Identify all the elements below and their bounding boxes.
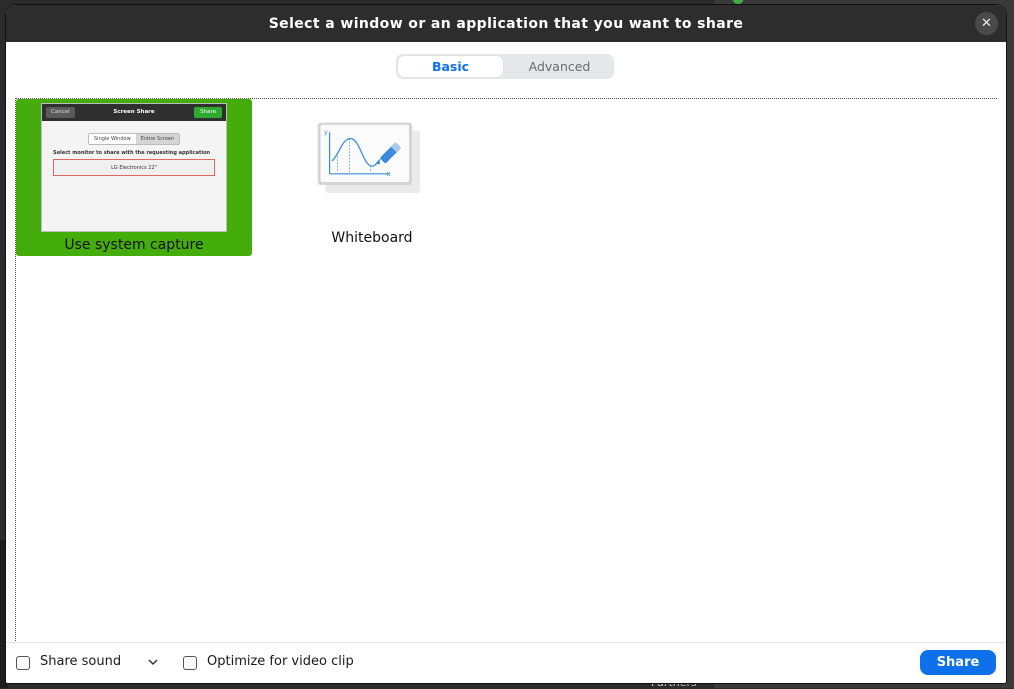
system-capture-preview: Cancel Screen Share Share Single Window … [41,103,227,232]
preview-tab-single-window: Single Window [89,134,136,144]
tab-basic[interactable]: Basic [398,56,503,77]
share-sound-checkbox[interactable] [16,656,30,670]
share-sound-label: Share sound [40,654,122,669]
preview-toolbar: Cancel Screen Share Share [42,104,226,121]
preview-monitor-field: LG Electronics 22" [53,159,215,176]
preview-description: Select monitor to share with the request… [53,150,211,156]
dialog-title: Select a window or an application that y… [268,15,744,32]
optimize-video-checkbox[interactable] [183,656,197,670]
whiteboard-icon: y x [317,122,420,193]
whiteboard-axis-y-label: y [324,128,328,136]
close-icon: ✕ [981,16,992,31]
tile-whiteboard-label: Whiteboard [331,230,413,246]
optimize-video-label: Optimize for video clip [207,654,354,669]
tile-system-capture-label: Use system capture [64,237,204,253]
dialog-footer: Share sound Optimize for video clip Shar… [6,642,1006,683]
dialog-titlebar: Select a window or an application that y… [6,5,1006,42]
close-button[interactable]: ✕ [975,12,998,35]
preview-tab-entire-screen: Entire Screen [135,134,180,144]
share-dialog: Select a window or an application that y… [6,5,1006,683]
share-button[interactable]: Share [920,650,996,675]
share-source-grid: Cancel Screen Share Share Single Window … [15,98,997,643]
chevron-down-icon[interactable] [146,655,160,669]
tab-advanced[interactable]: Advanced [507,56,612,77]
share-mode-tabs: Basic Advanced [396,54,614,79]
preview-tabs: Single Window Entire Screen [88,133,181,145]
tile-use-system-capture[interactable]: Cancel Screen Share Share Single Window … [16,99,252,256]
whiteboard-axis-x-label: x [386,169,391,178]
preview-share-label: Share [194,107,222,118]
